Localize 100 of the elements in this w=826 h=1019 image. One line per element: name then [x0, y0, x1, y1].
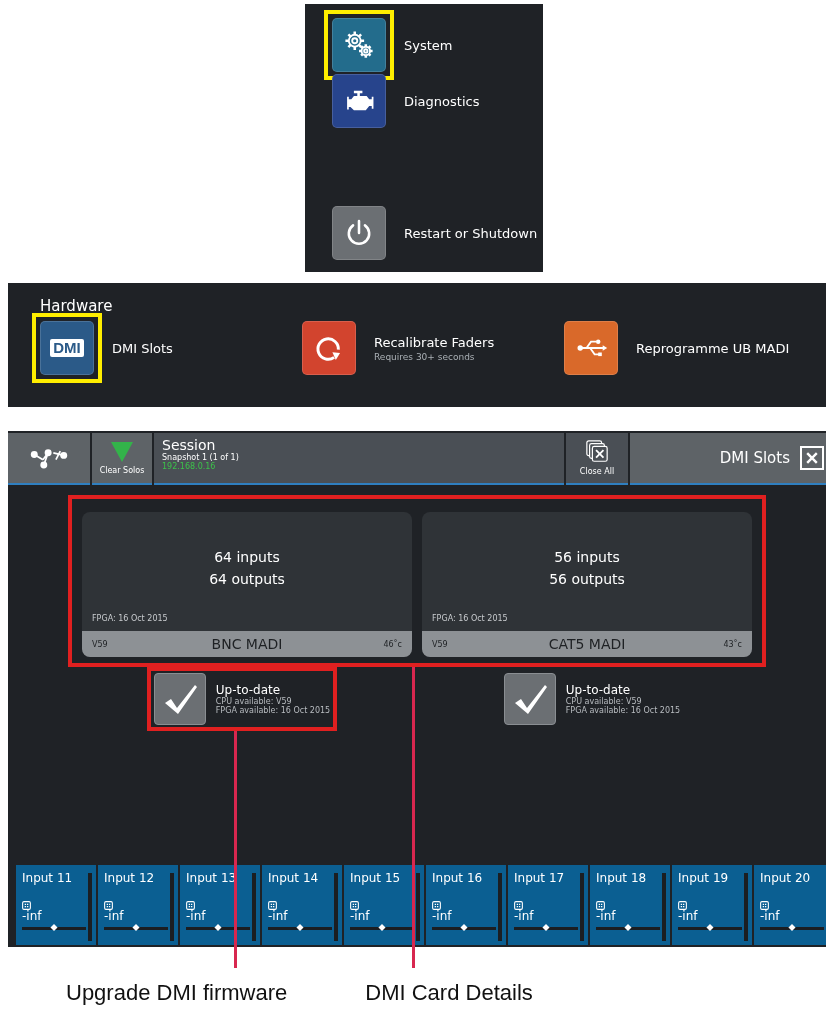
- fpga-available: FPGA available: 16 Oct 2015: [215, 706, 331, 715]
- fader-track[interactable]: [268, 927, 332, 931]
- level-reading: -inf: [432, 910, 453, 924]
- channel-name: Input 15: [350, 871, 402, 885]
- callout-label: DMI Card Details: [365, 980, 533, 1006]
- fader-track[interactable]: [22, 927, 86, 931]
- dmi-slots-button[interactable]: DMI: [40, 321, 94, 375]
- routing-button[interactable]: [8, 433, 90, 485]
- fader-track[interactable]: [760, 927, 824, 931]
- grid-icon: [514, 901, 523, 910]
- fader-track[interactable]: [186, 927, 250, 931]
- recalibrate-button[interactable]: [302, 321, 356, 375]
- inputs-count: 64 inputs: [214, 549, 280, 565]
- menu-label[interactable]: Reprogramme UB MADI: [636, 340, 790, 356]
- ip-address: 192.168.0.16: [162, 462, 217, 471]
- grid-icon: [350, 901, 359, 910]
- fader-thumb[interactable]: [460, 924, 468, 932]
- cpu-available: CPU available: V59: [565, 697, 643, 706]
- fader-thumb[interactable]: [50, 924, 58, 932]
- menu-label[interactable]: Restart or Shutdown: [404, 225, 538, 241]
- dmi-card[interactable]: 56 inputs 56 outputs FPGA: 16 Oct 2015 V59 CAT5 MADI 43˚c: [422, 512, 752, 657]
- inputs-count: 56 inputs: [554, 549, 620, 565]
- fader-track[interactable]: [514, 927, 578, 931]
- level-reading: -inf: [514, 910, 535, 924]
- grid-icon: [268, 901, 277, 910]
- triangle-icon: [110, 441, 134, 463]
- channel-name: Input 19: [678, 871, 730, 885]
- fader-track[interactable]: [350, 927, 414, 931]
- version-label: V59: [92, 639, 109, 649]
- card-name: CAT5 MADI: [547, 636, 627, 652]
- channel-strip[interactable]: Input 18 -inf: [590, 865, 670, 945]
- fader-thumb[interactable]: [706, 924, 714, 932]
- cpu-available: CPU available: V59: [215, 697, 293, 706]
- level-reading: -inf: [104, 910, 125, 924]
- channel-strip[interactable]: Input 16 -inf: [426, 865, 506, 945]
- fader-track[interactable]: [104, 927, 168, 931]
- channel-strip[interactable]: Input 11 -inf: [16, 865, 96, 945]
- fader-thumb[interactable]: [624, 924, 632, 932]
- channel-strip[interactable]: Input 15 -inf: [344, 865, 424, 945]
- menu-sublabel: Requires 30+ seconds: [374, 351, 476, 362]
- grid-icon: [760, 901, 769, 910]
- channel-name: Input 17: [514, 871, 566, 885]
- channel-strip[interactable]: Input 17 -inf: [508, 865, 588, 945]
- power-button[interactable]: [332, 206, 386, 260]
- fader-track[interactable]: [432, 927, 496, 931]
- menu-label[interactable]: DMI Slots: [112, 340, 173, 356]
- level-reading: -inf: [678, 910, 699, 924]
- menu-label[interactable]: Diagnostics: [404, 93, 480, 109]
- system-button[interactable]: [332, 18, 386, 72]
- usb-button[interactable]: [564, 321, 618, 375]
- channel-strip[interactable]: Input 14 -inf: [262, 865, 342, 945]
- channel-name: Input 11: [22, 871, 74, 885]
- stacked-windows-close-icon: [585, 440, 609, 464]
- grid-icon: [432, 901, 441, 910]
- channel-name: Input 14: [268, 871, 320, 885]
- level-reading: -inf: [596, 910, 617, 924]
- fader-thumb[interactable]: [378, 924, 386, 932]
- level-meter: [334, 873, 338, 941]
- fader-thumb[interactable]: [542, 924, 550, 932]
- dmi-logo: DMI: [50, 338, 84, 358]
- section-title: Hardware: [40, 297, 114, 315]
- fader-track[interactable]: [678, 927, 742, 931]
- fader-thumb[interactable]: [296, 924, 304, 932]
- upgrade-button[interactable]: [153, 673, 206, 725]
- grid-icon: [104, 901, 113, 910]
- session-title: Session: [162, 437, 217, 453]
- status-label: Up-to-date: [565, 683, 631, 697]
- menu-label[interactable]: System: [404, 37, 453, 53]
- level-meter: [580, 873, 584, 941]
- callout-label: Upgrade DMI firmware: [66, 980, 288, 1006]
- menu-label[interactable]: Recalibrate Faders: [374, 334, 495, 350]
- clear-solos-button[interactable]: Clear Solos: [92, 433, 152, 485]
- dmi-card[interactable]: 64 inputs 64 outputs FPGA: 16 Oct 2015 V59 BNC MADI 46˚c: [82, 512, 412, 657]
- level-meter: [416, 873, 420, 941]
- temperature: 46˚c: [382, 639, 402, 649]
- upgrade-button[interactable]: [503, 673, 556, 725]
- channel-strip[interactable]: Input 20 -inf: [754, 865, 826, 945]
- channel-name: Input 18: [596, 871, 648, 885]
- close-button[interactable]: [800, 446, 824, 470]
- channel-strip[interactable]: Input 12 -inf: [98, 865, 178, 945]
- level-meter: [252, 873, 256, 941]
- fader-thumb[interactable]: [132, 924, 140, 932]
- fader-thumb[interactable]: [788, 924, 796, 932]
- fader-thumb[interactable]: [214, 924, 222, 932]
- fpga-date: FPGA: 16 Oct 2015: [91, 614, 169, 625]
- card-name: BNC MADI: [210, 636, 284, 652]
- channel-strip[interactable]: Input 19 -inf: [672, 865, 752, 945]
- status-label: Up-to-date: [215, 683, 281, 697]
- diagnostics-button[interactable]: [332, 74, 386, 128]
- grid-icon: [22, 901, 31, 910]
- level-reading: -inf: [350, 910, 371, 924]
- close-all-button[interactable]: Close All: [566, 433, 628, 485]
- channel-name: Input 16: [432, 871, 484, 885]
- level-meter: [744, 873, 748, 941]
- outputs-count: 64 outputs: [209, 571, 285, 587]
- level-meter: [88, 873, 92, 941]
- snapshot-label: Snapshot 1 (1 of 1): [162, 453, 240, 462]
- fader-track[interactable]: [596, 927, 660, 931]
- level-reading: -inf: [760, 910, 781, 924]
- fpga-available: FPGA available: 16 Oct 2015: [565, 706, 681, 715]
